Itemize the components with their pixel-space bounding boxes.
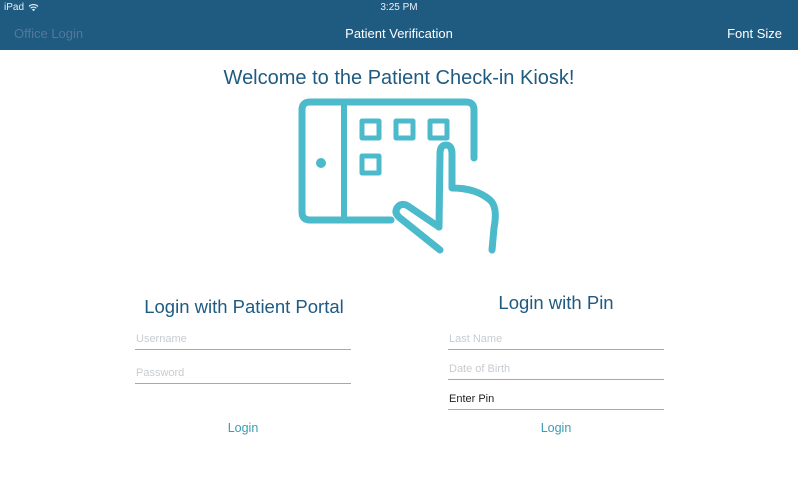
page-title: Patient Verification [345,26,453,41]
username-input[interactable] [135,328,351,350]
pin-login-title: Login with Pin [498,292,614,313]
patient-portal-panel: Login with Patient Portal Login [135,296,351,435]
pin-input[interactable] [448,388,664,410]
password-input[interactable] [135,362,351,384]
tablet-touch-icon [298,98,499,254]
last-name-input[interactable] [448,328,664,350]
welcome-heading: Welcome to the Patient Check-in Kiosk! [223,67,575,89]
patient-portal-title: Login with Patient Portal [144,296,344,317]
portal-login-button[interactable]: Login [135,421,351,435]
pin-login-button[interactable]: Login [448,421,664,435]
font-size-button[interactable]: Font Size [727,26,782,41]
nav-bar: iPad 3:25 PM Office Login Patient Verifi… [0,0,798,50]
date-of-birth-input[interactable] [448,358,664,380]
pin-login-panel: Login with Pin Login [448,292,664,435]
status-time: 3:25 PM [380,2,418,13]
